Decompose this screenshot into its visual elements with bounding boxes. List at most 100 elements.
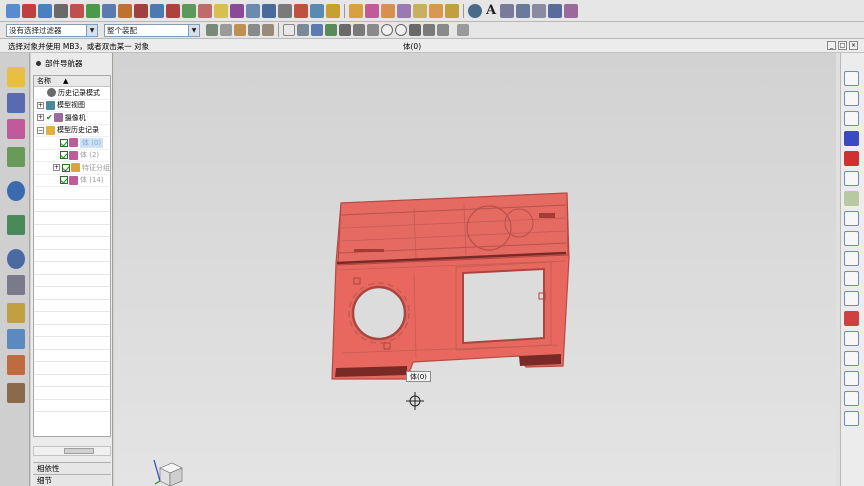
reuse-library-icon[interactable]: [7, 147, 25, 167]
reposition-icon[interactable]: [413, 3, 427, 18]
type-filter-combo[interactable]: 没有选择过滤器 ▼: [6, 23, 98, 37]
expand-toggle[interactable]: +: [53, 164, 60, 172]
snap-icon[interactable]: [234, 24, 246, 36]
layer-icon[interactable]: [182, 3, 196, 18]
endpoint-icon[interactable]: [353, 24, 365, 36]
assembly-icon[interactable]: [349, 3, 363, 18]
tree-item-body-2[interactable]: 体 (2): [34, 150, 110, 162]
tree-item-feature-group[interactable]: + 特征分组: [34, 162, 110, 175]
hide-icon[interactable]: [198, 3, 212, 18]
macro-icon[interactable]: [230, 3, 244, 18]
tree-item-history-mode[interactable]: 历史记录模式: [34, 87, 110, 100]
show-icon[interactable]: [214, 3, 228, 18]
dimension-icon[interactable]: [516, 3, 530, 18]
visibility-checkbox[interactable]: [60, 138, 68, 147]
system-scenes-icon[interactable]: [7, 383, 25, 403]
dependencies-section[interactable]: 相依性: [33, 462, 111, 474]
snap-view-icon[interactable]: [844, 151, 859, 166]
tangent-icon[interactable]: [423, 24, 435, 36]
solid-body[interactable]: [331, 192, 570, 380]
intersection-icon[interactable]: [437, 24, 449, 36]
graphics-window[interactable]: 体(0): [114, 53, 836, 486]
quadrant-icon[interactable]: [395, 24, 407, 36]
midpoint-icon[interactable]: [367, 24, 379, 36]
properties-icon[interactable]: [166, 3, 180, 18]
restore-button[interactable]: □: [838, 41, 847, 50]
system-materials-icon[interactable]: [7, 275, 25, 295]
selection-scope-combo[interactable]: 整个装配 ▼: [104, 23, 200, 37]
scrollbar-thumb[interactable]: [64, 448, 94, 454]
roles-icon[interactable]: [7, 355, 25, 375]
tree-item-body-0[interactable]: 体 (0): [34, 137, 110, 150]
trimetric-icon[interactable]: [844, 231, 859, 246]
left-view-icon[interactable]: [844, 331, 859, 346]
line-icon[interactable]: [339, 24, 351, 36]
minimize-button[interactable]: _: [827, 41, 836, 50]
text-icon[interactable]: A: [484, 3, 498, 18]
tree-item-body-14[interactable]: 体 (14): [34, 175, 110, 187]
circle-icon[interactable]: [381, 24, 393, 36]
horizontal-scrollbar[interactable]: [33, 446, 111, 456]
zoom-icon[interactable]: [844, 91, 859, 106]
perspective-icon[interactable]: [844, 171, 859, 186]
new-component-icon[interactable]: [381, 3, 395, 18]
bottom-view-icon[interactable]: [844, 351, 859, 366]
history-palette-icon[interactable]: [7, 215, 25, 235]
collapse-toggle[interactable]: −: [37, 126, 44, 134]
grid-icon[interactable]: [246, 3, 260, 18]
view-triad[interactable]: [153, 459, 183, 486]
add-component-icon[interactable]: [365, 3, 379, 18]
close-button[interactable]: ×: [849, 41, 858, 50]
undo-icon[interactable]: [54, 3, 68, 18]
sort-arrow-icon[interactable]: ▲: [63, 77, 68, 85]
cut-icon[interactable]: [86, 3, 100, 18]
fit-view-icon[interactable]: [844, 71, 859, 86]
manufacturing-wizards-icon[interactable]: [7, 329, 25, 349]
tree-item-model-views[interactable]: + 模型视图: [34, 100, 110, 112]
open-icon[interactable]: [22, 3, 36, 18]
tree-item-model-history[interactable]: − 模型历史记录: [34, 125, 110, 137]
curve-icon[interactable]: [548, 3, 562, 18]
explode-icon[interactable]: [445, 3, 459, 18]
expand-toggle[interactable]: +: [37, 101, 44, 109]
part-navigator-icon[interactable]: [7, 119, 25, 139]
pan-icon[interactable]: [844, 111, 859, 126]
process-studio-icon[interactable]: [7, 303, 25, 323]
new-file-icon[interactable]: [6, 3, 20, 18]
copy-selection-icon[interactable]: [457, 24, 469, 36]
section-view-icon[interactable]: [844, 391, 859, 406]
sketch-icon[interactable]: [500, 3, 514, 18]
back-view-icon[interactable]: [844, 371, 859, 386]
rectangle-select-icon[interactable]: [283, 24, 295, 36]
clock-icon[interactable]: [7, 249, 25, 269]
right-view-icon[interactable]: [844, 311, 859, 326]
find-icon[interactable]: [150, 3, 164, 18]
visibility-checkbox[interactable]: [60, 151, 68, 160]
top-view-icon[interactable]: [844, 271, 859, 286]
hourglass-icon[interactable]: [326, 3, 340, 18]
sync-icon[interactable]: [564, 3, 578, 18]
visibility-checkbox[interactable]: [62, 163, 70, 172]
rotate-icon[interactable]: [844, 131, 859, 146]
array-icon[interactable]: [429, 3, 443, 18]
tree-item-cameras[interactable]: + ✔ 摄像机: [34, 112, 110, 125]
globe-icon[interactable]: [468, 3, 482, 18]
visibility-checkbox[interactable]: [60, 176, 68, 185]
filter-icon[interactable]: [206, 24, 218, 36]
body-filter-icon[interactable]: [325, 24, 337, 36]
clipping-icon[interactable]: [844, 411, 859, 426]
reset-filter-icon[interactable]: [220, 24, 232, 36]
sound-icon[interactable]: [294, 3, 308, 18]
mate-icon[interactable]: [397, 3, 411, 18]
shaded-icon[interactable]: [844, 191, 859, 206]
copy-icon[interactable]: [102, 3, 116, 18]
table-icon[interactable]: [262, 3, 276, 18]
expand-toggle[interactable]: +: [37, 114, 44, 122]
front-view-icon[interactable]: [844, 291, 859, 306]
point-icon[interactable]: [248, 24, 260, 36]
constraint-navigator-icon[interactable]: [7, 93, 25, 113]
plus-point-icon[interactable]: [409, 24, 421, 36]
isometric-icon[interactable]: [844, 251, 859, 266]
save-icon[interactable]: [38, 3, 52, 18]
details-section[interactable]: 细节: [33, 474, 111, 486]
